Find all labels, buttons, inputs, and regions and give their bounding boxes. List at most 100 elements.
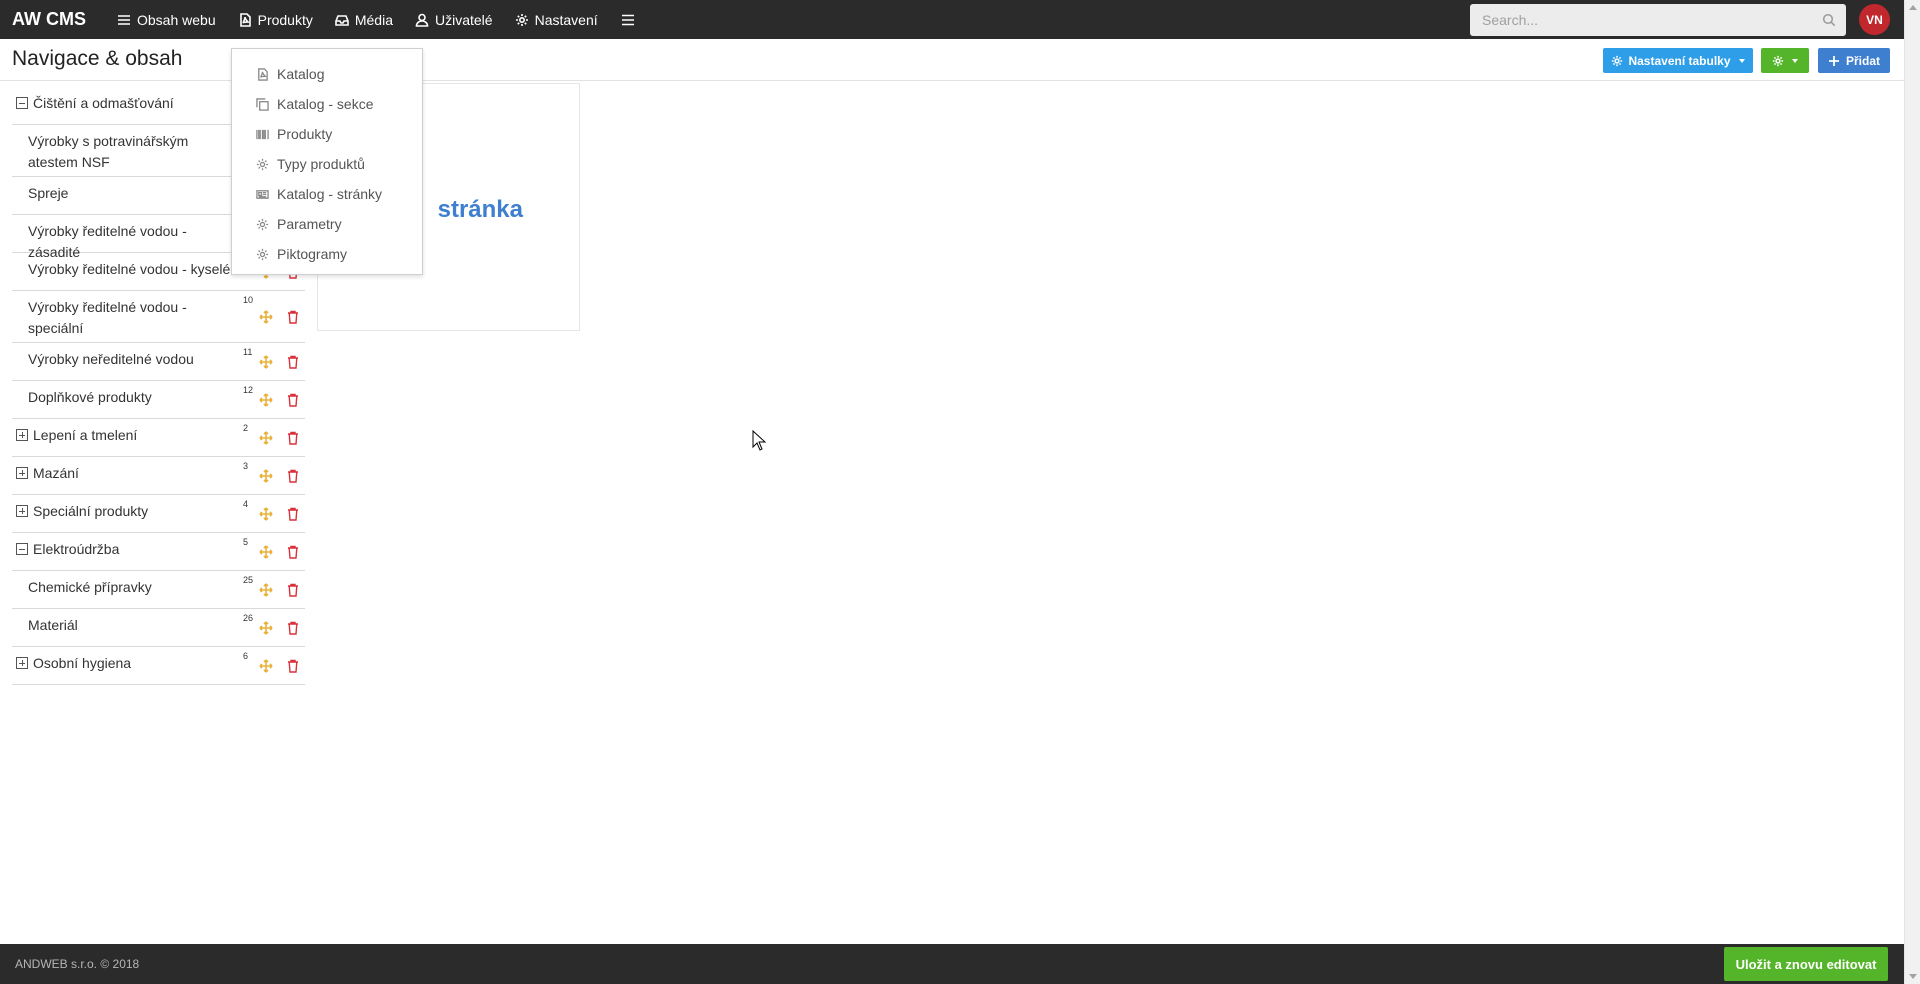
app-brand[interactable]: AW CMS: [0, 9, 106, 30]
move-icon[interactable]: [259, 355, 273, 369]
tree-row[interactable]: Materiál 26: [12, 609, 305, 647]
main-nav: Obsah webu Produkty Média Uživatelé Nast…: [106, 0, 647, 39]
menu-item-label: Katalog - stránky: [277, 186, 383, 202]
menu-item-label: Parametry: [277, 216, 342, 232]
tree-row[interactable]: Doplňkové produkty 12: [12, 381, 305, 419]
scroll-down-arrow-icon[interactable]: [1909, 974, 1917, 979]
copy-icon: [256, 97, 269, 111]
menu-item-label: Typy produktů: [277, 156, 365, 172]
nav-nastaveni[interactable]: Nastavení: [504, 0, 609, 39]
menu-item-label: Katalog - sekce: [277, 96, 374, 112]
delete-icon[interactable]: [286, 659, 300, 673]
tree-row[interactable]: Elektroúdržba 5: [12, 533, 305, 571]
collapse-icon[interactable]: [16, 97, 28, 109]
move-icon[interactable]: [259, 659, 273, 673]
nav-item-label: Nastavení: [534, 11, 598, 28]
search-icon[interactable]: [1822, 13, 1836, 27]
tree-row[interactable]: Výrobky neředitelné vodou 11: [12, 343, 305, 381]
add-button[interactable]: Přidat: [1818, 48, 1890, 73]
tree-row-order: 11: [243, 347, 253, 357]
move-icon[interactable]: [259, 545, 273, 559]
delete-icon[interactable]: [286, 431, 300, 445]
menu-item-katalog-sekce[interactable]: Katalog - sekce: [232, 89, 422, 119]
delete-icon[interactable]: [286, 355, 300, 369]
tree-row-order: 26: [243, 613, 254, 623]
tree-row[interactable]: Chemické přípravky 25: [12, 571, 305, 609]
plus-icon: [1828, 55, 1839, 66]
tree-row[interactable]: Výrobky ředitelné vodou - speciální 10: [12, 291, 305, 343]
copyright-text: ANDWEB s.r.o. © 2018: [15, 957, 140, 971]
menu-item-typy-produktu[interactable]: Typy produktů: [232, 149, 422, 179]
menu-icon: [118, 14, 130, 25]
gear-icon: [256, 218, 269, 230]
scroll-up-arrow-icon[interactable]: [1909, 5, 1917, 10]
nav-uzivatele[interactable]: Uživatelé: [404, 0, 504, 39]
move-icon[interactable]: [259, 393, 273, 407]
delete-icon[interactable]: [286, 545, 300, 559]
inbox-icon: [335, 14, 349, 26]
table-settings-label: Nastavení tabulky: [1628, 53, 1731, 68]
nav-item-label: Produkty: [257, 11, 313, 28]
tree-row[interactable]: Lepení a tmelení 2: [12, 419, 305, 457]
tree-row[interactable]: Speciální produkty 4: [12, 495, 305, 533]
delete-icon[interactable]: [286, 621, 300, 635]
collapse-icon[interactable]: [16, 543, 28, 555]
mouse-cursor-icon: [752, 430, 766, 451]
delete-icon[interactable]: [286, 310, 300, 324]
tree-row-order: 6: [243, 651, 249, 661]
expand-icon[interactable]: [16, 505, 28, 517]
nav-more-button[interactable]: [609, 0, 647, 39]
page-scrollbar[interactable]: [1904, 0, 1920, 984]
tree-row-order: 5: [243, 537, 249, 547]
move-icon[interactable]: [259, 469, 273, 483]
move-icon[interactable]: [259, 583, 273, 597]
menu-item-label: Katalog: [277, 66, 325, 82]
nav-item-label: Média: [354, 11, 393, 28]
move-icon[interactable]: [259, 507, 273, 521]
tree-row-order: 10: [243, 295, 254, 305]
tree-row-order: 2: [243, 423, 249, 433]
tree-row-order: 12: [243, 385, 254, 395]
menu-item-katalog[interactable]: Katalog: [232, 59, 422, 89]
caret-down-icon: [1792, 58, 1798, 63]
expand-icon[interactable]: [16, 429, 28, 441]
gear-icon: [256, 248, 269, 260]
newspaper-icon: [256, 189, 269, 199]
menu-item-parametry[interactable]: Parametry: [232, 209, 422, 239]
gear-icon: [256, 158, 269, 170]
caret-down-icon: [1738, 58, 1745, 63]
add-button-label: Přidat: [1845, 53, 1880, 68]
search-input[interactable]: [1470, 4, 1846, 36]
tree-row[interactable]: Mazání 3: [12, 457, 305, 495]
menu-item-piktogramy[interactable]: Piktogramy: [232, 239, 422, 269]
menu-item-produkty[interactable]: Produkty: [232, 119, 422, 149]
products-dropdown-menu: Katalog Katalog - sekce Produkty Typy pr…: [231, 48, 423, 275]
expand-icon[interactable]: [16, 467, 28, 479]
save-and-edit-button[interactable]: Uložit a znovu editovat: [1724, 947, 1888, 981]
nav-produkty[interactable]: Produkty: [227, 0, 324, 39]
settings-dropdown-button[interactable]: [1761, 48, 1809, 73]
delete-icon[interactable]: [286, 507, 300, 521]
menu-icon: [621, 14, 634, 25]
move-icon[interactable]: [259, 431, 273, 445]
menu-item-katalog-stranky[interactable]: Katalog - stránky: [232, 179, 422, 209]
user-icon: [415, 13, 429, 27]
delete-icon[interactable]: [286, 583, 300, 597]
nav-media[interactable]: Média: [324, 0, 404, 39]
move-icon[interactable]: [259, 621, 273, 635]
nav-obsah-webu[interactable]: Obsah webu: [106, 0, 227, 39]
file-pdf-icon: [258, 67, 268, 81]
menu-item-label: Produkty: [277, 126, 333, 142]
barcode-icon: [256, 129, 269, 139]
delete-icon[interactable]: [286, 393, 300, 407]
user-avatar[interactable]: VN: [1859, 4, 1890, 35]
tree-row[interactable]: Osobní hygiena 6: [12, 647, 305, 685]
expand-icon[interactable]: [16, 657, 28, 669]
delete-icon[interactable]: [286, 469, 300, 483]
tree-row-order: 3: [243, 461, 249, 471]
table-settings-button[interactable]: Nastavení tabulky: [1603, 48, 1753, 73]
gear-icon: [1612, 55, 1623, 66]
page-title: Navigace & obsah: [12, 47, 183, 70]
move-icon[interactable]: [259, 310, 273, 324]
footer: ANDWEB s.r.o. © 2018 Uložit a znovu edit…: [0, 944, 1904, 984]
